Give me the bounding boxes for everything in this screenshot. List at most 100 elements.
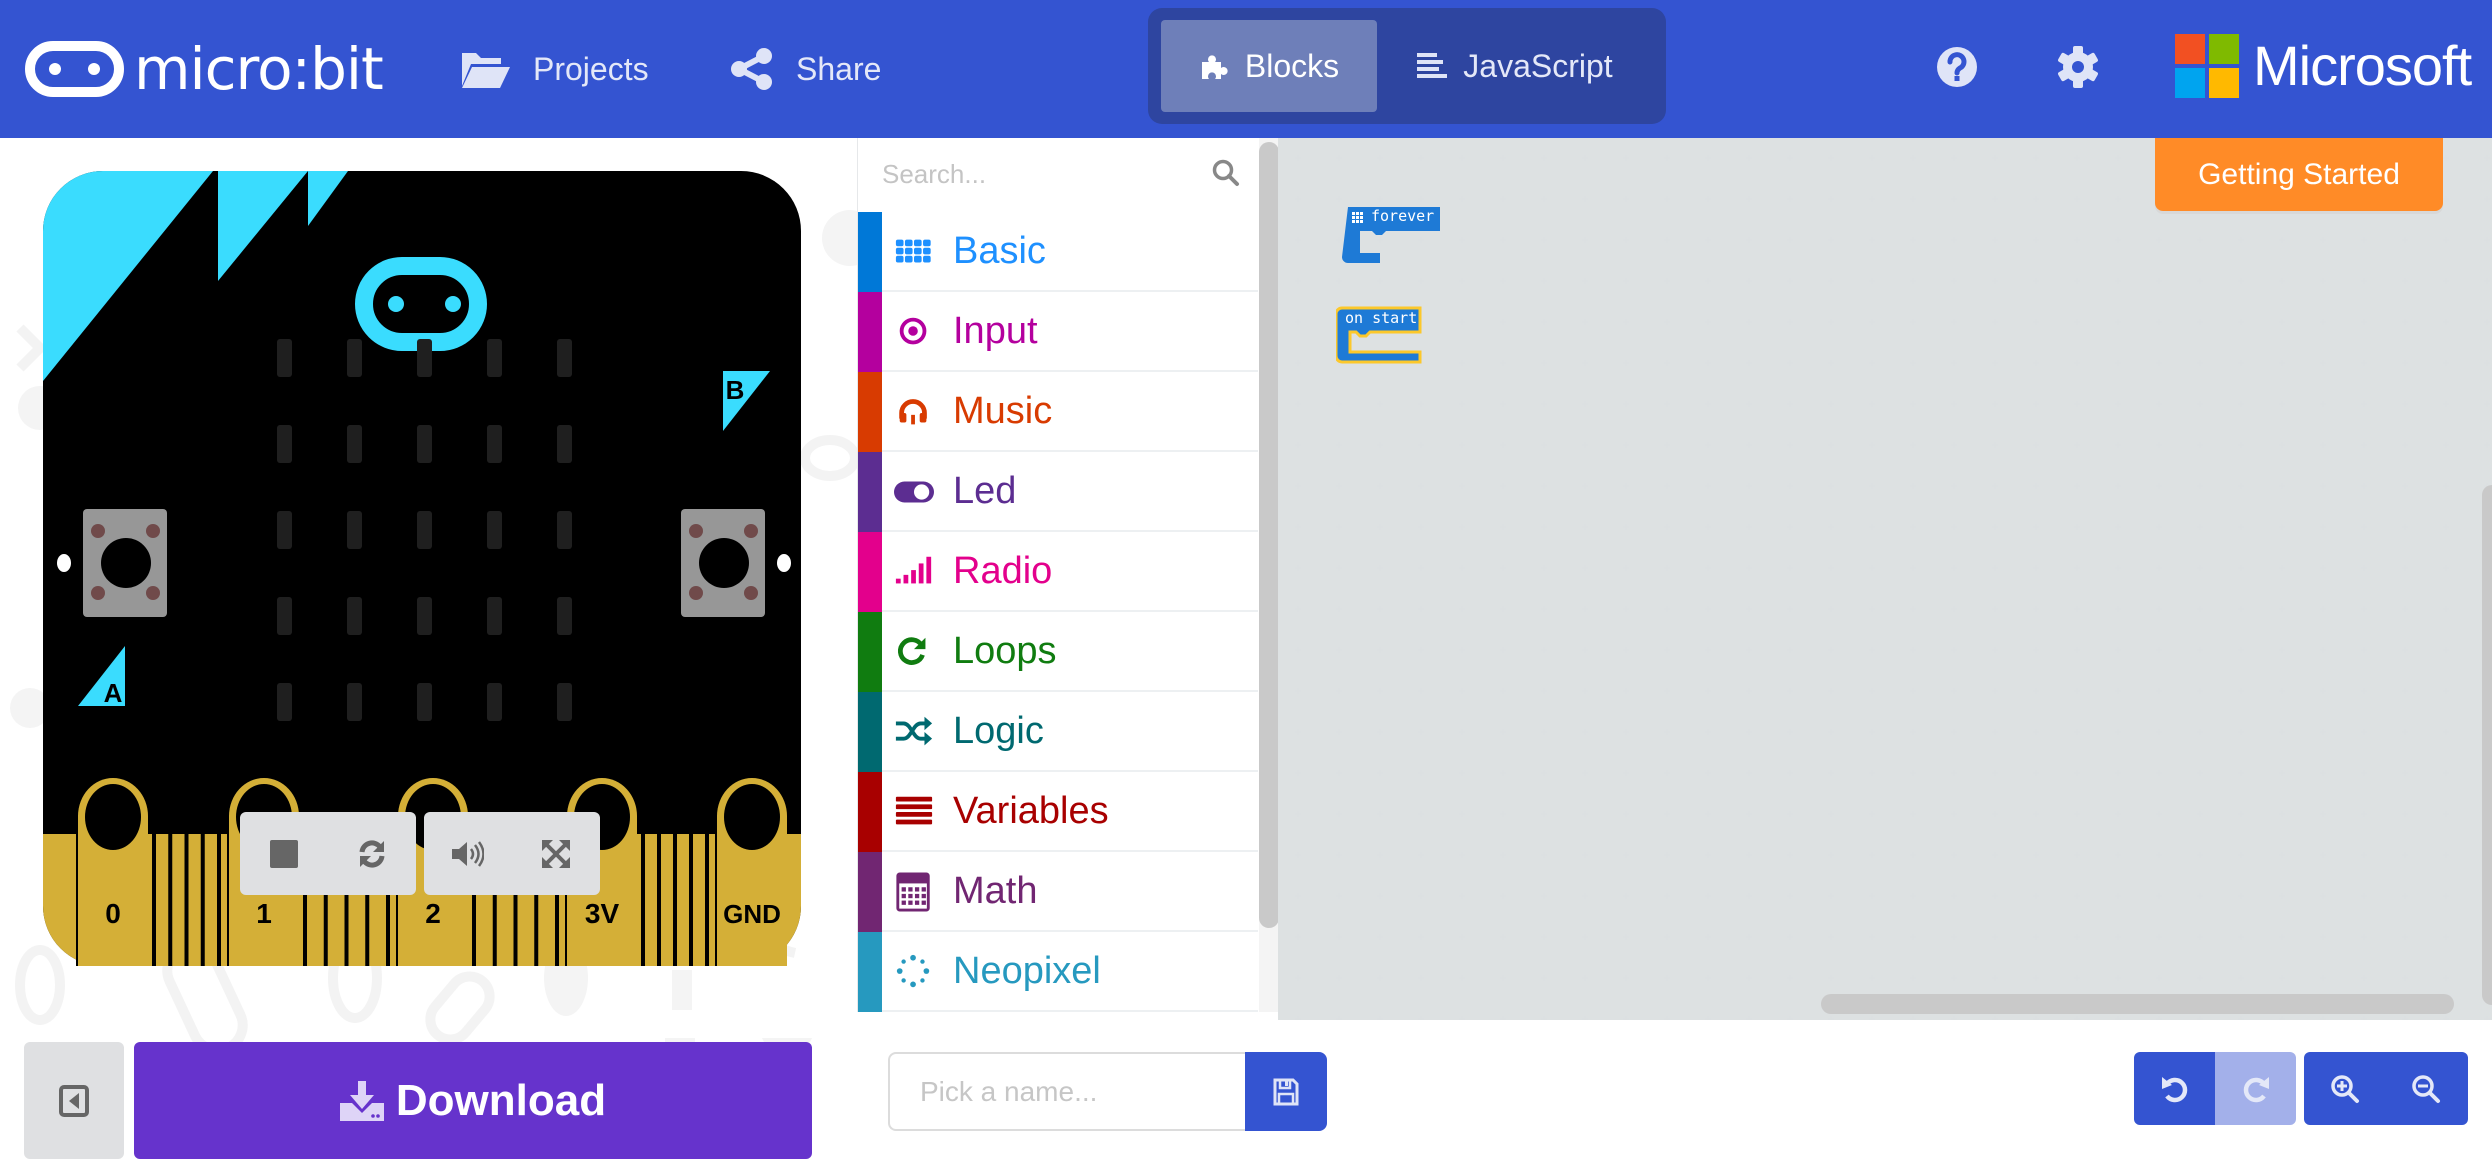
- category-color-bar: [858, 532, 882, 612]
- microsoft-logo[interactable]: Microsoft: [2175, 33, 2472, 98]
- download-button[interactable]: Download: [134, 1042, 812, 1159]
- category-loops[interactable]: Loops: [858, 612, 1258, 692]
- on-start-block[interactable]: on start: [1334, 306, 1424, 371]
- category-neopixel[interactable]: Neopixel: [858, 932, 1258, 1012]
- category-color-bar: [858, 292, 882, 372]
- zoom-group: [2304, 1052, 2468, 1125]
- toolbox-scrollbar[interactable]: [1259, 142, 1278, 928]
- download-label: Download: [395, 1075, 607, 1125]
- pin-hole-left: [57, 554, 71, 572]
- calculator-icon: [896, 872, 930, 912]
- button-a-label: A: [104, 678, 123, 708]
- restart-button[interactable]: [342, 824, 402, 884]
- led-2-3: [487, 511, 502, 549]
- microbit-logo[interactable]: micro:bit: [25, 35, 384, 103]
- edge-gap: [689, 834, 693, 966]
- edge-gap: [217, 834, 221, 966]
- fullscreen-button[interactable]: [526, 824, 586, 884]
- microsoft-squares-icon: [2175, 33, 2239, 98]
- toolbox-search-input[interactable]: [882, 152, 1202, 196]
- stop-button[interactable]: [254, 824, 314, 884]
- led-2-0: [277, 511, 292, 549]
- edge-gap: [641, 834, 645, 966]
- category-label: Input: [953, 310, 1038, 352]
- category-color-bar: [858, 692, 882, 772]
- projects-label: Projects: [533, 50, 649, 87]
- download-icon: [339, 1080, 384, 1121]
- search-icon[interactable]: [1211, 158, 1241, 188]
- led-2-1: [347, 511, 362, 549]
- category-music[interactable]: Music: [858, 372, 1258, 452]
- led-3-1: [347, 597, 362, 635]
- edge-gap: [657, 834, 661, 966]
- list-icon: [895, 796, 933, 825]
- led-0-1: [347, 339, 362, 377]
- pin-gnd[interactable]: GND: [715, 778, 787, 966]
- align-left-icon: [1417, 53, 1448, 78]
- brand-name: micro:bit: [134, 35, 384, 103]
- led-1-4: [557, 425, 572, 463]
- save-button[interactable]: [1245, 1052, 1327, 1131]
- button-b-label: B: [726, 375, 745, 405]
- category-label: Variables: [953, 790, 1109, 832]
- category-logic[interactable]: Logic: [858, 692, 1258, 772]
- share-button[interactable]: Share: [730, 40, 881, 98]
- category-led[interactable]: Led: [858, 452, 1258, 532]
- settings-gear-icon[interactable]: [2055, 44, 2101, 90]
- category-variables[interactable]: Variables: [858, 772, 1258, 852]
- pin-label: GND: [723, 899, 781, 929]
- category-color-bar: [858, 612, 882, 692]
- led-4-3: [487, 683, 502, 721]
- zoom-in-button[interactable]: [2304, 1052, 2385, 1125]
- led-3-4: [557, 597, 572, 635]
- help-button[interactable]: [1934, 44, 1980, 90]
- grid-icon: [895, 239, 931, 263]
- folder-open-icon: [462, 53, 510, 88]
- share-label: Share: [796, 50, 882, 87]
- button-a[interactable]: [83, 509, 167, 617]
- projects-button[interactable]: Projects: [460, 40, 649, 98]
- led-2-2: [417, 511, 432, 549]
- mute-button[interactable]: [438, 824, 498, 884]
- tab-blocks[interactable]: Blocks: [1161, 20, 1377, 112]
- pin-hole-right: [777, 554, 791, 572]
- microbit-board: A B 0 1 2 3V GND: [43, 171, 801, 966]
- blocks-workspace[interactable]: Getting Started forever on start: [1278, 138, 2492, 1020]
- forever-block[interactable]: forever: [1342, 206, 1442, 269]
- toggle-icon: [894, 481, 934, 503]
- category-color-bar: [858, 932, 882, 1012]
- tab-blocks-label: Blocks: [1244, 47, 1340, 84]
- collapse-simulator-button[interactable]: [24, 1042, 124, 1159]
- top-bar: micro:bit Projects Share Blocks JavaScri…: [0, 0, 2492, 138]
- category-input[interactable]: Input: [858, 292, 1258, 372]
- dots-circle-icon: [896, 954, 930, 988]
- led-4-4: [557, 683, 572, 721]
- category-label: Music: [953, 390, 1053, 432]
- signal-icon: [895, 556, 932, 584]
- tab-javascript[interactable]: JavaScript: [1377, 20, 1653, 112]
- blocks-toolbox: Basic Input Music Led Radio Loops Logic Variabl…: [857, 138, 1278, 1012]
- zoom-out-button[interactable]: [2385, 1052, 2466, 1125]
- getting-started-button[interactable]: Getting Started: [2155, 138, 2443, 211]
- workspace-vertical-scrollbar[interactable]: [2482, 485, 2492, 1005]
- led-1-3: [487, 425, 502, 463]
- project-name-input[interactable]: [888, 1052, 1245, 1131]
- category-math[interactable]: Math: [858, 852, 1258, 932]
- button-b[interactable]: [681, 509, 765, 617]
- category-basic[interactable]: Basic: [858, 212, 1258, 292]
- led-4-1: [347, 683, 362, 721]
- microbit-logo-icon: [25, 41, 124, 97]
- workspace-horizontal-scrollbar[interactable]: [1821, 994, 2454, 1014]
- edge-gap: [152, 834, 156, 966]
- sim-controls-run: [240, 812, 416, 895]
- undo-redo-group: [2134, 1052, 2296, 1125]
- save-icon: [1273, 1078, 1299, 1105]
- undo-button[interactable]: [2134, 1052, 2215, 1125]
- tab-javascript-label: JavaScript: [1463, 47, 1613, 84]
- redo-button[interactable]: [2215, 1052, 2296, 1125]
- category-radio[interactable]: Radio: [858, 532, 1258, 612]
- category-color-bar: [858, 452, 882, 532]
- category-color-bar: [858, 772, 882, 852]
- simulator-panel: A B 0 1 2 3V GND: [0, 138, 857, 1170]
- pin-0[interactable]: 0: [76, 778, 148, 966]
